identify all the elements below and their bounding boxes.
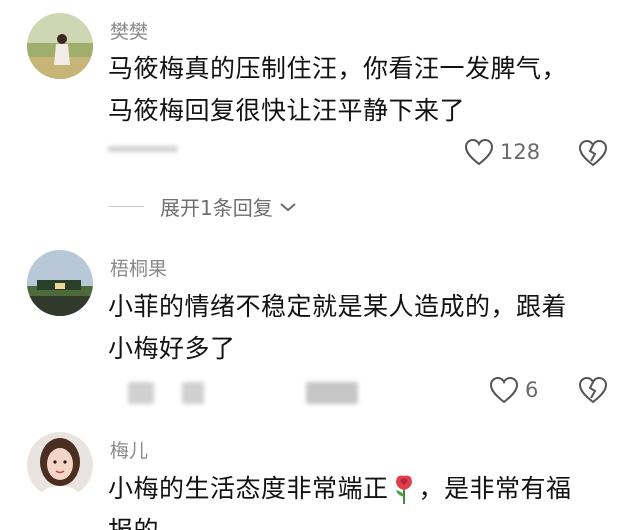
comment-3: 梅儿 小梅的生活态度非常端正 ，是非常有福 报的 — [0, 420, 640, 530]
broken-heart-icon — [578, 376, 608, 404]
username[interactable]: 梅儿 — [110, 436, 148, 463]
username[interactable]: 樊樊 — [110, 17, 148, 44]
dislike-button[interactable] — [578, 139, 608, 171]
avatar[interactable] — [27, 432, 93, 498]
comment-line: 小梅好多了 — [108, 334, 236, 363]
rose-emoji — [395, 475, 412, 504]
location-blurred — [182, 382, 204, 404]
comment-text: 马筱梅真的压制住汪，你看汪一发脾气， 马筱梅回复很快让汪平静下来了 — [108, 48, 567, 132]
like-button[interactable]: 6 — [489, 376, 538, 404]
comment-1: 樊樊 马筱梅真的压制住汪，你看汪一发脾气， 马筱梅回复很快让汪平静下来了 128… — [0, 0, 640, 230]
comment-line: 马筱梅真的压制住汪，你看汪一发脾气， — [108, 54, 568, 83]
comment-line: 马筱梅回复很快让汪平静下来了 — [108, 96, 466, 125]
chevron-down-icon — [280, 202, 296, 211]
expand-replies-button[interactable]: 展开1条回复 — [108, 192, 297, 221]
comment-line: 报的 — [108, 510, 572, 530]
comment-line-part: 小梅的生活态度非常端正 — [108, 474, 389, 503]
broken-heart-icon — [578, 139, 608, 167]
reply-blurred — [306, 382, 358, 404]
comment-line-part: ，是非常有福 — [418, 474, 572, 503]
heart-outline-icon — [464, 138, 494, 166]
username[interactable]: 梧桐果 — [110, 254, 167, 281]
expand-label: 展开1条回复 — [160, 196, 273, 220]
dislike-button[interactable] — [578, 376, 608, 408]
avatar[interactable] — [27, 250, 93, 316]
like-button[interactable]: 128 — [464, 138, 540, 166]
comment-2: 梧桐果 小菲的情绪不稳定就是某人造成的，跟着 小梅好多了 6 — [0, 240, 640, 420]
comment-line: 小梅的生活态度非常端正 ，是非常有福 — [108, 468, 572, 510]
comment-text: 小梅的生活态度非常端正 ，是非常有福 报的 — [108, 468, 572, 530]
comment-text: 小菲的情绪不稳定就是某人造成的，跟着 小梅好多了 — [108, 286, 567, 370]
timestamp-blurred — [108, 146, 178, 152]
divider — [108, 206, 144, 207]
like-count: 6 — [525, 378, 539, 402]
avatar[interactable] — [27, 13, 93, 79]
heart-outline-icon — [489, 376, 519, 404]
comment-line: 小菲的情绪不稳定就是某人造成的，跟着 — [108, 292, 568, 321]
timestamp-blurred — [128, 382, 154, 404]
like-count: 128 — [500, 140, 541, 164]
